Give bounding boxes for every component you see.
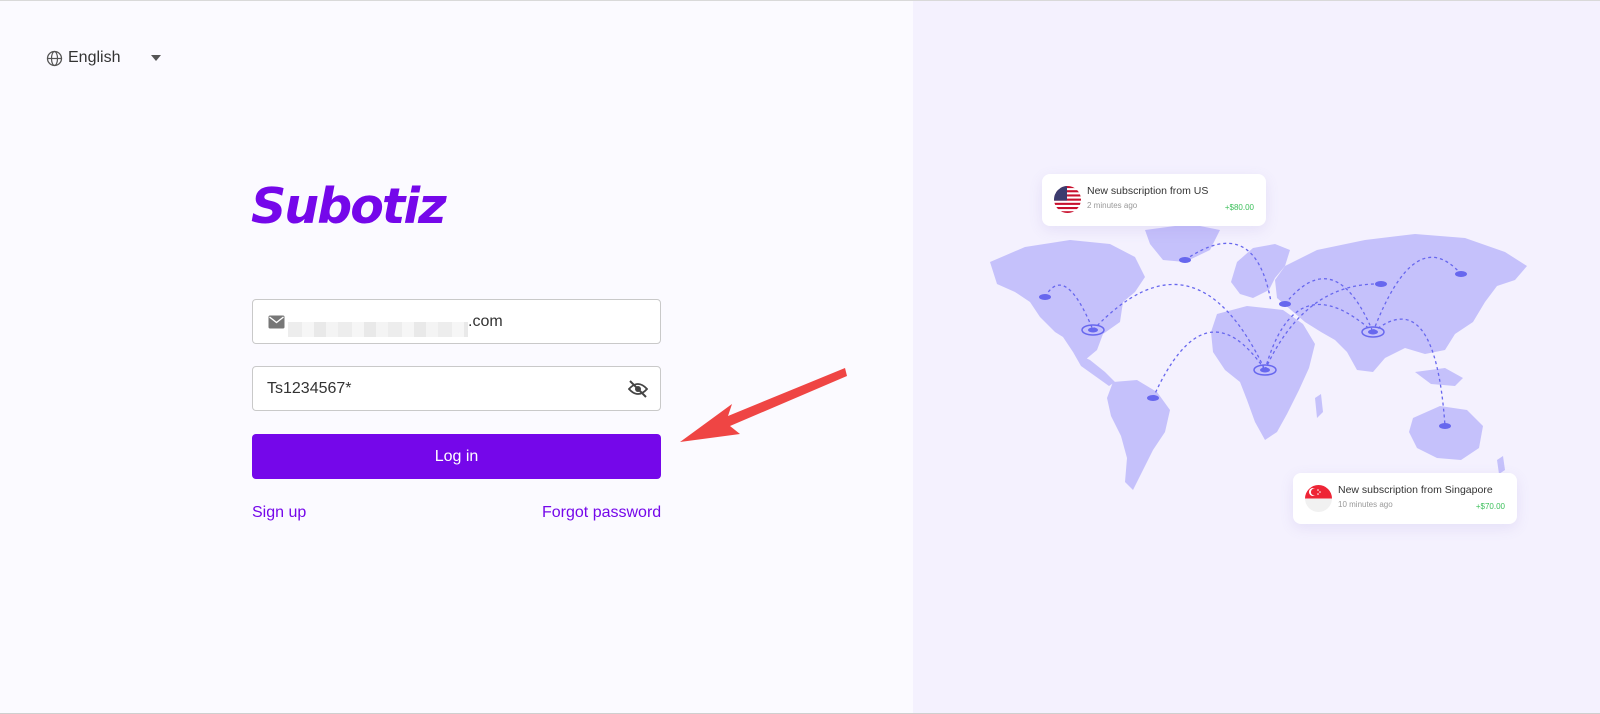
us-flag-icon xyxy=(1054,186,1081,213)
notification-amount: +$80.00 xyxy=(1224,203,1254,212)
language-label: English xyxy=(68,49,121,66)
chevron-down-icon[interactable] xyxy=(150,54,162,62)
password-value: Ts1234567* xyxy=(267,380,352,397)
annotation-arrow xyxy=(680,368,847,442)
globe-icon xyxy=(46,50,63,67)
mail-icon xyxy=(268,315,285,329)
email-field[interactable]: .com xyxy=(252,299,661,344)
notification-title: New subscription from US xyxy=(1087,185,1209,197)
login-panel xyxy=(0,1,913,713)
singapore-flag-icon xyxy=(1305,485,1332,512)
password-field[interactable]: Ts1234567* xyxy=(252,366,661,411)
world-map xyxy=(990,224,1527,490)
notification-time: 2 minutes ago xyxy=(1087,201,1138,210)
sign-up-link[interactable]: Sign up xyxy=(252,504,306,522)
notification-card-us: New subscription from US 2 minutes ago +… xyxy=(1042,174,1266,226)
notification-title: New subscription from Singapore xyxy=(1338,484,1493,496)
notification-card-singapore: New subscription from Singapore 10 minut… xyxy=(1293,473,1517,524)
login-button[interactable]: Log in xyxy=(252,434,661,479)
forgot-password-link[interactable]: Forgot password xyxy=(542,504,661,522)
brand-logo: Subotiz xyxy=(251,178,447,235)
redacted-email-mask xyxy=(288,322,468,337)
email-value: .com xyxy=(468,313,503,330)
notification-time: 10 minutes ago xyxy=(1338,500,1393,509)
eye-off-icon[interactable] xyxy=(628,380,648,398)
language-selector[interactable]: English xyxy=(46,46,166,70)
notification-amount: +$70.00 xyxy=(1475,502,1505,511)
